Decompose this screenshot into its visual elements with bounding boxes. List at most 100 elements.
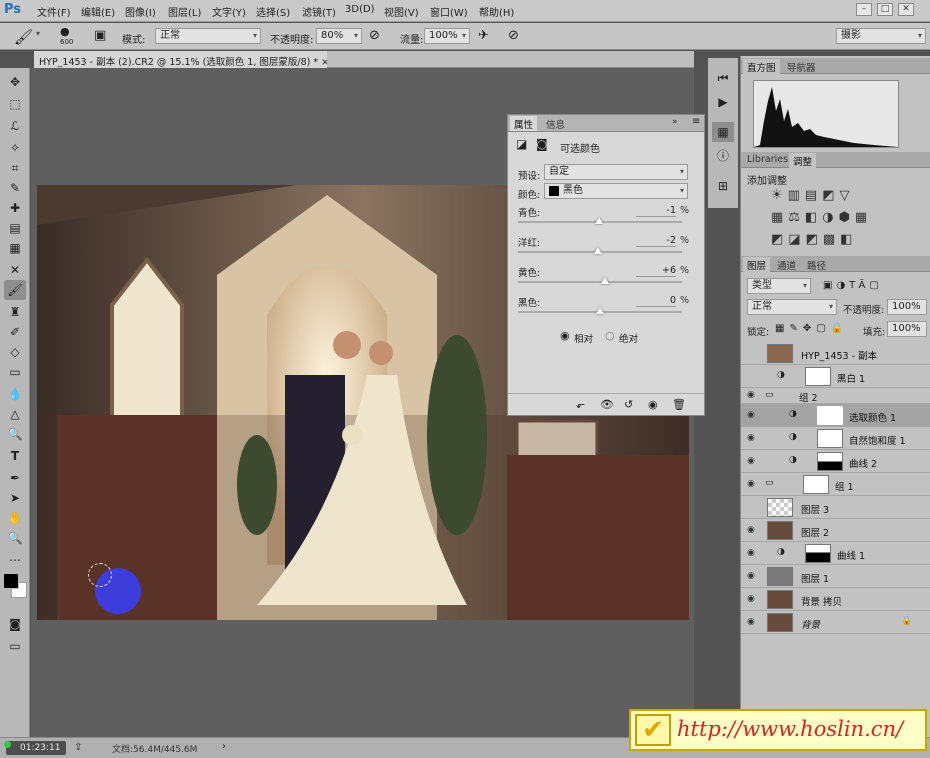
menu-help[interactable]: 帮助(H): [479, 4, 514, 19]
tab-channels[interactable]: 通道: [773, 257, 800, 272]
layer-filter-icons[interactable]: ▣◑TÄ▢: [823, 280, 883, 291]
sharpen-tool-icon[interactable]: △: [4, 404, 26, 424]
layer-row[interactable]: HYP_1453 - 副本: [741, 342, 930, 365]
content-aware-tool-icon[interactable]: ▦: [4, 238, 26, 258]
layer-row[interactable]: ◉ ◑ 曲线 2: [741, 450, 930, 473]
gradient-tool-icon[interactable]: ▭: [4, 362, 26, 382]
slider-handle[interactable]: [595, 217, 604, 224]
lock-icons[interactable]: ▦✎✥▢🔒: [775, 323, 848, 334]
layer-row[interactable]: ◉ 图层 1: [741, 565, 930, 588]
visibility-icon[interactable]: ◉: [648, 398, 658, 411]
pressure-opacity-icon[interactable]: ⊘: [369, 28, 380, 43]
adjustment-icons-row-2[interactable]: ▦⚖◧◑⬢▦: [771, 210, 872, 225]
radio-absolute[interactable]: ○: [605, 329, 615, 342]
properties-icon[interactable]: ▦: [712, 122, 734, 142]
crop-tool-icon[interactable]: ⌗: [4, 158, 26, 178]
tool-preset-arrow-icon[interactable]: ▾: [36, 29, 40, 38]
color-select[interactable]: 黑色 ▾: [544, 183, 688, 199]
menu-layer[interactable]: 图层(L): [168, 4, 201, 19]
layer-row[interactable]: ◉ 图层 2: [741, 519, 930, 542]
layer-opacity-field[interactable]: 100%: [887, 299, 927, 315]
adjustment-icons-row-3[interactable]: ◩◪◩▩◧: [771, 232, 857, 247]
adjustment-icons-row-1[interactable]: ☀▥▤◩▽: [771, 188, 855, 203]
foreground-color-top[interactable]: [3, 573, 19, 589]
layer-mask-icon[interactable]: ◙: [536, 137, 548, 151]
brush-panel-icon[interactable]: ▣: [94, 28, 106, 43]
export-icon[interactable]: ⇪: [74, 742, 82, 753]
brush-tool-icon[interactable]: 🖌: [4, 280, 26, 300]
lasso-tool-icon[interactable]: ℒ: [4, 116, 26, 136]
fill-field[interactable]: 100%: [887, 321, 927, 337]
collapse-icon[interactable]: »: [672, 117, 678, 127]
quick-mask-icon[interactable]: ◙: [4, 614, 26, 634]
opacity-field[interactable]: 80% ▾: [316, 28, 362, 44]
menu-3d[interactable]: 3D(D): [345, 4, 375, 15]
radio-relative[interactable]: ◉: [560, 329, 570, 342]
brush-dot-icon[interactable]: ●: [60, 25, 70, 38]
zoom-tool-icon[interactable]: 🔍: [4, 528, 26, 548]
close-button[interactable]: ✕: [898, 3, 914, 16]
more-tools-icon[interactable]: ⋯: [4, 550, 26, 570]
pen-tool-icon[interactable]: ✒: [4, 468, 26, 488]
eyedropper-tool-icon[interactable]: ✎: [4, 178, 26, 198]
history-icon[interactable]: ⏮: [712, 68, 734, 88]
layer-row[interactable]: 图层 3: [741, 496, 930, 519]
eye-icon[interactable]: ◉: [747, 571, 755, 581]
tab-adjustments[interactable]: 调整: [789, 153, 817, 168]
view-previous-icon[interactable]: 👁: [600, 398, 614, 411]
slider-value[interactable]: -2: [636, 235, 676, 247]
layer-row[interactable]: ◑ 黑白 1: [741, 365, 930, 388]
layer-row[interactable]: ◉ ◑ 自然饱和度 1: [741, 427, 930, 450]
eraser-tool-icon[interactable]: ◇: [4, 342, 26, 362]
slider-handle[interactable]: [600, 277, 609, 284]
workspace-select[interactable]: 摄影 ▾: [836, 28, 926, 44]
clip-to-layer-icon[interactable]: ⬐: [576, 398, 585, 411]
document-tab[interactable]: HYP_1453 - 副本 (2).CR2 @ 15.1% (选取颜色 1, 图…: [34, 51, 327, 68]
pressure-size-icon[interactable]: ⊘: [508, 28, 519, 43]
hand-tool-icon[interactable]: ✋: [4, 508, 26, 528]
restore-button[interactable]: □: [877, 3, 893, 16]
dodge-tool-icon[interactable]: 🔍: [4, 424, 26, 444]
layer-row[interactable]: ◉ ▭ 组 1: [741, 473, 930, 496]
eye-icon[interactable]: ◉: [747, 456, 755, 466]
tab-histogram[interactable]: 直方图: [743, 59, 780, 74]
tab-libraries[interactable]: Libraries: [743, 153, 792, 168]
menu-window[interactable]: 窗口(W): [430, 4, 468, 19]
airbrush-icon[interactable]: ✈: [478, 28, 489, 43]
layer-row[interactable]: ◉ 背景 🔒: [741, 611, 930, 634]
slider-handle[interactable]: [596, 307, 604, 314]
eye-icon[interactable]: ◉: [747, 617, 755, 627]
tab-properties[interactable]: 属性: [510, 116, 538, 131]
healing-brush-tool-icon[interactable]: ✚: [4, 198, 26, 218]
layer-row[interactable]: ◉ ◑ 曲线 1: [741, 542, 930, 565]
layer-row[interactable]: ◉ 背景 拷贝: [741, 588, 930, 611]
blend-mode-select[interactable]: 正常 ▾: [747, 299, 837, 315]
preset-select[interactable]: 自定 ▾: [544, 164, 688, 180]
layer-comps-icon[interactable]: ⊞: [712, 176, 734, 196]
magic-wand-tool-icon[interactable]: ✧: [4, 138, 26, 158]
move-tool-icon[interactable]: ✥: [4, 72, 26, 92]
layer-row-selected[interactable]: ◉ ◑ 选取颜色 1: [741, 404, 930, 427]
slider-handle[interactable]: [594, 247, 603, 254]
slider-value[interactable]: +6: [636, 265, 676, 277]
info-icon[interactable]: ⓘ: [712, 146, 734, 166]
trash-icon[interactable]: 🗑: [672, 398, 686, 411]
menu-filter[interactable]: 滤镜(T): [302, 4, 336, 19]
eye-icon[interactable]: ◉: [747, 433, 755, 443]
layer-filter-select[interactable]: 类型 ▾: [747, 278, 811, 294]
path-selection-tool-icon[interactable]: ➤: [4, 488, 26, 508]
screen-mode-icon[interactable]: ▭: [4, 636, 26, 656]
move-content-tool-icon[interactable]: ✕: [4, 260, 26, 280]
eye-icon[interactable]: ◉: [747, 548, 755, 558]
tab-layers[interactable]: 图层: [743, 257, 771, 272]
type-tool-icon[interactable]: T: [4, 446, 26, 466]
patch-tool-icon[interactable]: ▤: [4, 218, 26, 238]
menu-file[interactable]: 文件(F): [37, 4, 71, 19]
close-tab-icon[interactable]: ×: [321, 57, 327, 68]
actions-play-icon[interactable]: ▶: [712, 92, 734, 112]
slider-value[interactable]: 0: [636, 295, 676, 307]
eye-icon[interactable]: ◉: [747, 479, 755, 489]
history-brush-tool-icon[interactable]: ✐: [4, 322, 26, 342]
panel-menu-icon[interactable]: ≡: [692, 116, 700, 127]
menu-select[interactable]: 选择(S): [256, 4, 290, 19]
